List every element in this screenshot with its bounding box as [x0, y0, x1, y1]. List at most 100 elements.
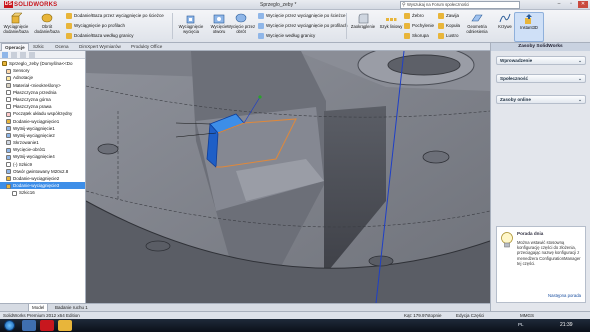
group-spolecznosc[interactable]: Społeczność ⌄ — [496, 74, 586, 83]
swept-cut-icon — [258, 12, 264, 19]
cut-feature-icon — [6, 154, 11, 160]
feature-manager-panel: Sprzeglo_zeby (Domyślna<<Do Sensory Adno… — [0, 51, 86, 304]
property-manager-icon[interactable] — [11, 52, 17, 58]
extrude-boss-button[interactable]: Wyciągnięcie dodanie/baza — [1, 12, 31, 42]
tab-operacje[interactable]: Operacje — [1, 43, 29, 51]
revolved-cut-icon — [235, 13, 247, 23]
cut-feature-icon — [6, 133, 11, 139]
tip-of-the-day: Porada dnia Można wstawić stosowną konfi… — [496, 226, 586, 303]
tree-root[interactable]: Sprzeglo_zeby (Domyślna<<Do — [0, 60, 85, 67]
wrap-icon — [438, 12, 444, 19]
revolved-cut-button[interactable]: Wycięcie przez obrót — [226, 12, 256, 42]
draft-button[interactable]: Pochylenie — [404, 22, 434, 30]
clock[interactable]: 21:39 — [560, 322, 573, 328]
boundary-icon — [66, 32, 72, 39]
sketch-icon — [6, 161, 11, 167]
revolve-cut-icon — [6, 147, 11, 153]
start-button[interactable] — [4, 320, 15, 331]
fillet-icon — [358, 13, 369, 24]
search-icon: ⚲ — [402, 2, 406, 8]
tree-item[interactable]: (-) Szkic9 — [0, 161, 85, 168]
swept-boss-button[interactable]: Dodanie/Baza przez wyciągnięcie po ścież… — [66, 12, 164, 20]
shell-button[interactable]: Skorupa — [404, 32, 429, 40]
tree-item[interactable]: Sensory — [0, 67, 85, 74]
minimize-icon[interactable]: ‒ — [554, 1, 564, 8]
tree-item[interactable]: Dodanie-wyciągnięcie2 — [0, 175, 85, 182]
next-tip-link[interactable]: Następna porada — [548, 293, 581, 298]
annotation-icon — [6, 75, 11, 81]
plane-icon — [6, 90, 11, 96]
part-icon — [2, 61, 7, 67]
revolve-icon — [41, 13, 53, 23]
extrude-icon — [11, 12, 22, 24]
tab-ocena[interactable]: Ocena — [52, 43, 72, 51]
dimxpert-manager-icon[interactable] — [29, 52, 35, 58]
material-icon — [6, 82, 11, 88]
tab-szkic[interactable]: Szkic — [30, 43, 47, 51]
boundary-cut-button[interactable]: Wycięcie według granicy — [258, 32, 315, 40]
tree-item[interactable]: Płaszczyzna górna — [0, 96, 85, 103]
instant3d-button[interactable]: Instant3D — [514, 12, 544, 42]
chevron-down-icon: ⌄ — [578, 97, 582, 102]
tree-item[interactable]: Skrzowanie1 — [0, 139, 85, 146]
dome-button[interactable]: Kopuła — [438, 22, 460, 30]
lightbulb-icon — [501, 232, 513, 248]
maximize-icon[interactable]: ▫ — [566, 1, 576, 8]
rib-icon — [404, 12, 410, 19]
tree-item-selected[interactable]: Dodanie-wyciągnięcie3 — [0, 182, 85, 190]
sketch-point — [258, 95, 262, 99]
folder-icon[interactable] — [58, 320, 72, 331]
tree-item[interactable]: Otwór gwintowany M20x2.8 — [0, 168, 85, 175]
tree-item[interactable]: Adnotacje — [0, 74, 85, 81]
extruded-cut-button[interactable]: Wyciągnięcie wycięcia — [176, 12, 206, 42]
loft-boss-button[interactable]: Wyciągnięcie po profilach — [66, 22, 125, 30]
explorer-icon[interactable] — [22, 320, 36, 331]
tree-item[interactable]: Płaszczyzna przednia — [0, 89, 85, 96]
tab-dimxpert[interactable]: DimXpert Wymiarów — [76, 43, 124, 51]
group-wprowadzenie[interactable]: Wprowadzenie ⌄ — [496, 56, 586, 65]
tree-item[interactable]: Płaszczyzna prawa — [0, 103, 85, 110]
revolve-boss-button[interactable]: Obrót dodanie/baza — [32, 12, 62, 42]
fillet-button[interactable]: Zaokrąglenie — [348, 12, 378, 42]
tree-item[interactable]: Dodanie-wyciągnięcie1 — [0, 118, 85, 125]
feature-manager-toolbar — [0, 51, 85, 59]
boundary-boss-button[interactable]: Dodanie/Baza według granicy — [66, 32, 134, 40]
solidworks-taskbar-icon[interactable] — [40, 320, 54, 331]
feature-tree-icon[interactable] — [2, 52, 8, 58]
group-zasoby-online[interactable]: Zasoby online ⌄ — [496, 95, 586, 104]
chevron-down-icon: ⌄ — [578, 76, 582, 81]
tree-item[interactable]: Wycięcie-obrót1 — [0, 146, 85, 153]
reference-geometry-button[interactable]: Geometria odniesienia — [462, 12, 492, 42]
graphics-area[interactable] — [86, 51, 490, 311]
tree-item[interactable]: Wytnij-wyciągnięcie2 — [0, 132, 85, 139]
close-icon[interactable]: ✕ — [578, 1, 588, 8]
tree-item[interactable]: Wytnij-wyciągnięcie1 — [0, 125, 85, 132]
instant3d-icon — [525, 14, 532, 24]
wrap-button[interactable]: Zawija — [438, 12, 459, 20]
tree-item[interactable]: Wytnij-wyciągnięcie4 — [0, 153, 85, 160]
tip-text: Można wstawić stosowną konfigurację częś… — [517, 240, 581, 266]
extrude-feature-icon — [6, 118, 11, 124]
linear-pattern-icon — [386, 18, 397, 21]
swept-cut-button[interactable]: Wycięcie przez wyciągnięcie po ścieżce — [258, 12, 346, 20]
mirror-icon — [438, 32, 444, 39]
feature-tree: Sprzeglo_zeby (Domyślna<<Do Sensory Adno… — [0, 59, 85, 197]
tree-item[interactable]: Materiał <nieokreślony> — [0, 82, 85, 89]
os-taskbar: PL 21:39 — [0, 319, 590, 332]
model-tabs: Model Badanie ruchu 1 — [0, 303, 490, 312]
tree-item[interactable]: Szkic16 — [0, 189, 85, 196]
rib-button[interactable]: Żebro — [404, 12, 424, 20]
search-input[interactable]: ⚲ Wyszukaj na Forum społeczności — [400, 1, 520, 9]
solidworks-logo[interactable]: DS SOLIDWORKS — [4, 1, 57, 9]
tree-item[interactable]: Początek układu współrzędny — [0, 110, 85, 117]
lofted-cut-button[interactable]: Wycięcie przez wyciągnięcie po profilach — [258, 22, 348, 30]
configuration-manager-icon[interactable] — [20, 52, 26, 58]
shell-icon — [404, 32, 410, 39]
mirror-button[interactable]: Lustro — [438, 32, 459, 40]
document-title: Sprzeglo_zeby * — [260, 2, 297, 8]
language-indicator[interactable]: PL — [518, 322, 524, 327]
sketch-icon — [12, 190, 17, 196]
linear-pattern-button[interactable]: Szyk liniowy — [376, 12, 406, 42]
tab-office-products[interactable]: Produkty Office — [128, 43, 165, 51]
extrude-feature-icon — [6, 176, 11, 182]
